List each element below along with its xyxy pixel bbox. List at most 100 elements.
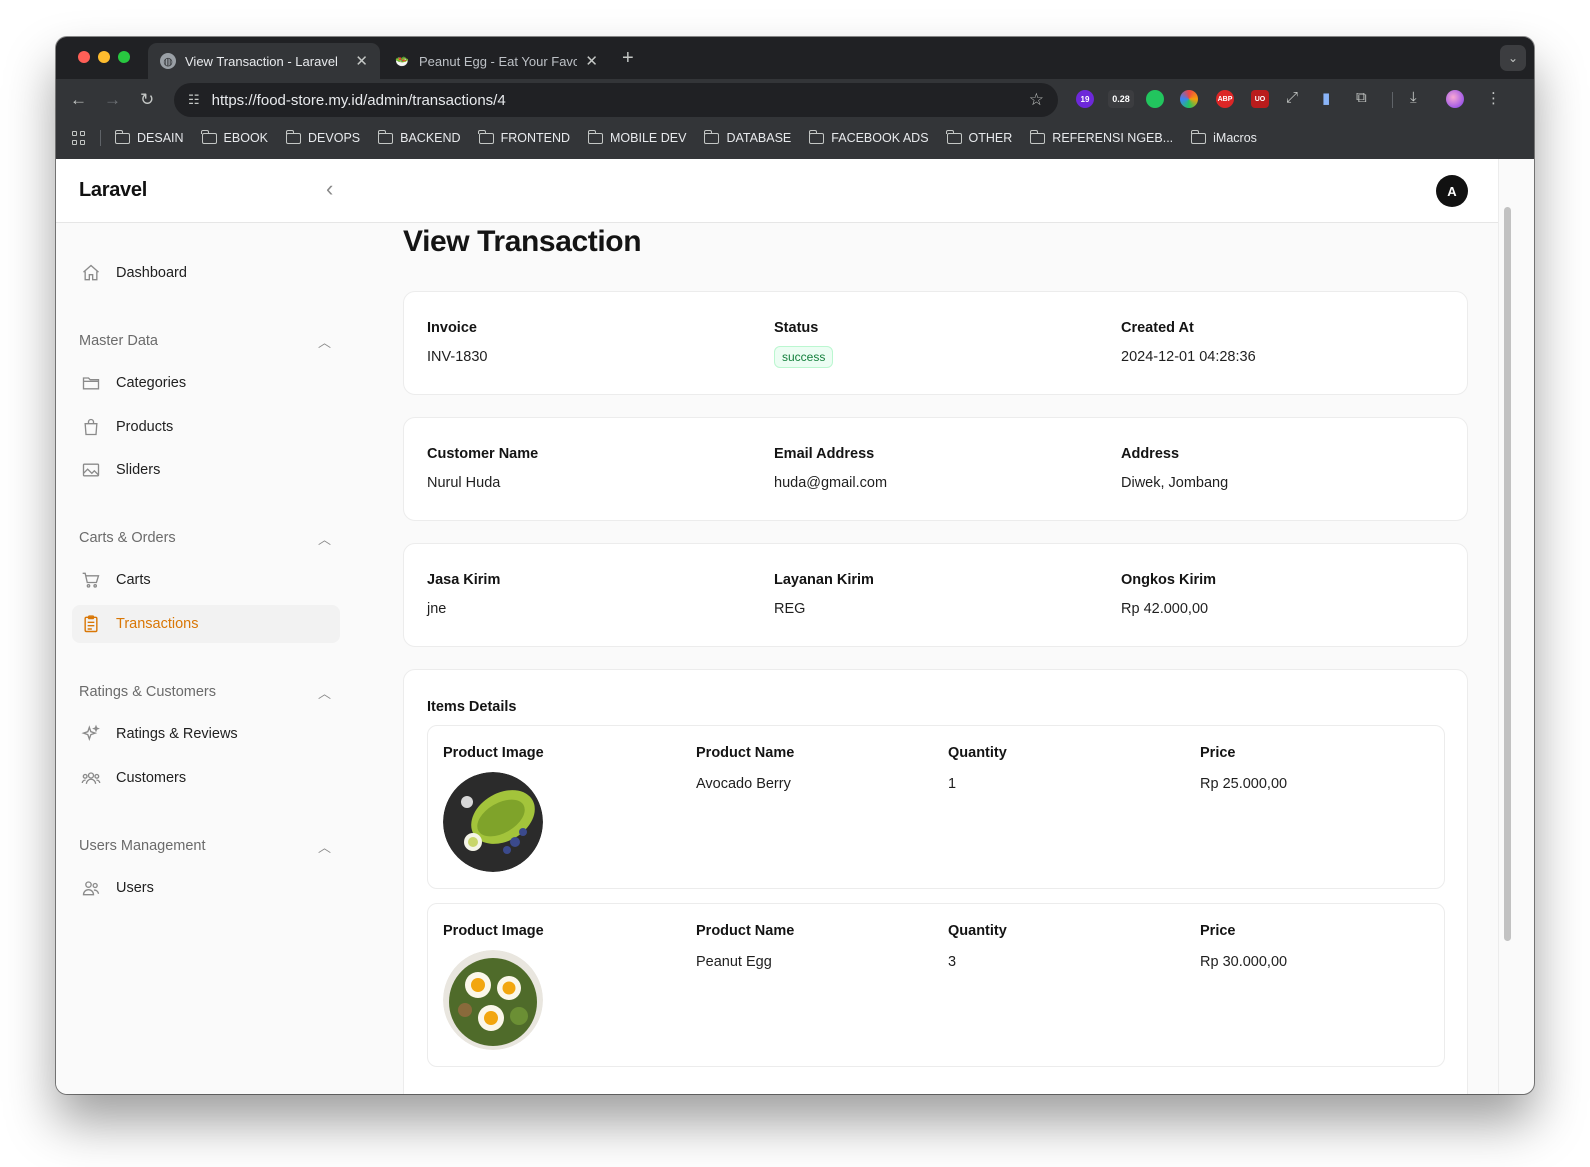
tab-view-transaction[interactable]: ◍ View Transaction - Laravel ✕ (148, 43, 380, 79)
extension-badge-19-icon[interactable]: 19 (1076, 90, 1094, 108)
app-brand[interactable]: Laravel (79, 179, 147, 202)
users-icon (80, 877, 102, 899)
clipboard-icon (80, 613, 102, 635)
group-label-users-management[interactable]: Users Management (79, 838, 206, 854)
folder-icon (285, 129, 302, 144)
apps-grid-icon[interactable] (72, 131, 86, 145)
group-label-carts-orders[interactable]: Carts & Orders (79, 530, 176, 546)
bookmark-database[interactable]: DATABASE (703, 129, 791, 145)
folder-icon (80, 372, 102, 394)
invoice-card: Invoice INV-1830 Status success Created … (403, 291, 1468, 395)
collapse-sidebar-chevron-icon[interactable]: ‹ (326, 176, 333, 202)
extension-doc-icon[interactable]: ▮ (1322, 89, 1330, 107)
folder-icon (478, 129, 494, 144)
layanan-kirim-field: Layanan Kirim REG (774, 572, 874, 617)
extensions-puzzle-icon[interactable]: ⧉ (1356, 89, 1367, 106)
tab-search-chevron-icon[interactable]: ⌄ (1500, 45, 1526, 71)
extension-badge-028-icon[interactable]: 0.28 (1108, 90, 1134, 108)
sidebar-item-ratings-reviews[interactable]: Ratings & Reviews (72, 715, 340, 753)
new-tab-icon[interactable]: + (622, 47, 634, 70)
jasa-kirim-value: jne (427, 601, 447, 617)
product-name-col: Product Name Avocado Berry (696, 745, 794, 792)
bookmark-backend[interactable]: BACKEND (377, 129, 461, 145)
sidebar-item-transactions[interactable]: Transactions (72, 605, 340, 643)
product-name-label: Product Name (696, 923, 795, 939)
browser-window: ◍ View Transaction - Laravel ✕ 🥗 Peanut … (56, 37, 1534, 1094)
bookmark-facebook-ads[interactable]: FACEBOOK ADS (808, 129, 929, 145)
bookmark-referensi[interactable]: REFERENSI NGEB... (1029, 129, 1173, 145)
group-label-ratings-customers[interactable]: Ratings & Customers (79, 684, 216, 700)
invoice-value: INV-1830 (427, 349, 488, 365)
sidebar-item-dashboard[interactable]: Dashboard (72, 254, 340, 292)
bookmark-mobile-dev[interactable]: MOBILE DEV (587, 129, 686, 145)
bookmarks-bar: DESAIN EBOOK DEVOPS BACKEND FRONTEND MOB… (56, 123, 1534, 153)
toolbar-divider (1392, 92, 1393, 108)
email-field: Email Address huda@gmail.com (774, 446, 887, 491)
bookmark-desain[interactable]: DESAIN (114, 129, 184, 145)
sidebar-item-label: Products (116, 419, 174, 435)
shipping-card: Jasa Kirim jne Layanan Kirim REG Ongkos … (403, 543, 1468, 647)
user-group-icon (80, 767, 102, 789)
ublock-origin-icon[interactable]: UO (1251, 90, 1269, 108)
created-at-value: 2024-12-01 04:28:36 (1121, 349, 1256, 365)
minimize-window-button[interactable] (98, 51, 110, 63)
user-avatar[interactable]: A (1436, 175, 1468, 207)
close-window-button[interactable] (78, 51, 90, 63)
layanan-kirim-value: REG (774, 601, 806, 617)
sidebar-item-label: Dashboard (116, 265, 187, 281)
email-label: Email Address (774, 446, 875, 462)
chevron-up-icon[interactable]: ︿ (318, 529, 331, 548)
bookmark-frontend[interactable]: FRONTEND (478, 129, 570, 145)
bookmark-imacros[interactable]: iMacros (1190, 129, 1257, 145)
back-arrow-icon[interactable]: ← (70, 90, 87, 110)
adblock-plus-icon[interactable]: ABP (1216, 90, 1234, 108)
sidebar-item-products[interactable]: Products (72, 408, 340, 446)
page-scrollbar[interactable] (1498, 159, 1514, 1094)
sidebar-item-sliders[interactable]: Sliders (72, 451, 340, 489)
more-menu-icon[interactable]: ⋮ (1486, 89, 1501, 107)
address-label: Address (1121, 446, 1180, 462)
bookmark-ebook[interactable]: EBOOK (201, 129, 268, 145)
folder-icon (377, 129, 394, 144)
chevron-up-icon[interactable]: ︿ (318, 837, 331, 856)
price-label: Price (1200, 745, 1236, 761)
bookmark-star-icon[interactable]: ☆ (1029, 90, 1044, 110)
close-tab-icon[interactable]: ✕ (585, 52, 598, 70)
chevron-up-icon[interactable]: ︿ (318, 683, 331, 702)
group-label-master-data[interactable]: Master Data (79, 333, 158, 349)
folder-icon (946, 129, 962, 144)
site-settings-icon[interactable]: ☷ (188, 92, 200, 108)
reload-icon[interactable]: ↻ (140, 90, 154, 110)
folder-icon (808, 129, 825, 144)
chevron-up-icon[interactable]: ︿ (318, 332, 331, 351)
tab-peanut-egg[interactable]: 🥗 Peanut Egg - Eat Your Favorit ✕ (382, 43, 610, 79)
forward-arrow-icon[interactable]: → (104, 90, 121, 110)
product-image-col: Product Image (443, 745, 544, 872)
sidebar-item-categories[interactable]: Categories (72, 364, 340, 402)
close-tab-icon[interactable]: ✕ (355, 52, 368, 70)
folder-icon (201, 129, 217, 144)
maximize-window-button[interactable] (118, 51, 130, 63)
sidebar-item-customers[interactable]: Customers (72, 759, 340, 797)
avocado-bowl-photo-icon (443, 772, 543, 872)
bookmark-other[interactable]: OTHER (946, 129, 1012, 145)
scrollbar-thumb[interactable] (1504, 207, 1511, 941)
product-name-col: Product Name Peanut Egg (696, 923, 794, 970)
product-image-label: Product Image (443, 923, 544, 939)
extension-ring-icon[interactable] (1180, 90, 1198, 108)
extension-green-dot-icon[interactable] (1146, 90, 1164, 108)
sidebar-item-label: Carts (116, 572, 151, 588)
bookmark-devops[interactable]: DEVOPS (285, 129, 360, 145)
food-favicon-icon: 🥗 (395, 55, 409, 68)
customer-card: Customer Name Nurul Huda Email Address h… (403, 417, 1468, 521)
download-icon[interactable]: ⤓ (1410, 89, 1417, 106)
sidebar-item-carts[interactable]: Carts (72, 561, 340, 599)
profile-avatar-icon[interactable] (1446, 90, 1464, 108)
sidebar-item-label: Users (116, 880, 154, 896)
egg-salad-photo-icon (443, 950, 543, 1050)
created-at-label: Created At (1121, 320, 1194, 336)
sidebar-item-users[interactable]: Users (72, 869, 340, 907)
address-bar[interactable]: ☷ https://food-store.my.id/admin/transac… (174, 83, 1058, 117)
expand-arrows-icon[interactable]: ⤢ (1286, 89, 1298, 106)
quantity-value: 3 (948, 954, 957, 970)
